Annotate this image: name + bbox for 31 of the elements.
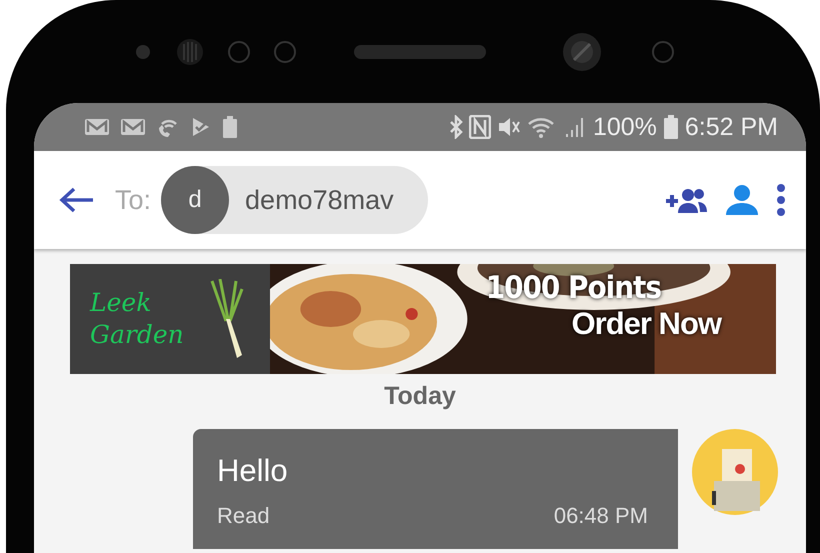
battery-percent: 100% (592, 112, 657, 142)
battery-icon (662, 114, 679, 140)
message-text: Hello (217, 453, 289, 489)
date-divider: Today (384, 382, 456, 411)
recipient-avatar: d (161, 166, 230, 234)
message-time: 06:48 PM (554, 503, 648, 529)
bluetooth-icon (448, 115, 463, 139)
sensor-icon (274, 40, 296, 62)
back-arrow-icon[interactable] (59, 186, 95, 214)
sensor-icon (136, 44, 150, 58)
battery-saver-icon (222, 115, 238, 139)
person-icon[interactable] (724, 184, 760, 216)
avatar-icon (692, 429, 778, 515)
logo-text: Leek (90, 286, 152, 318)
mail-icon (120, 117, 146, 137)
mute-icon (496, 115, 521, 139)
nfc-icon (468, 115, 491, 139)
recipient-name: demo78mav (245, 184, 394, 216)
camera-icon (562, 32, 602, 72)
clock-time: 6:52 PM (684, 112, 778, 142)
mail-icon (84, 117, 110, 137)
recipient-chip[interactable]: d demo78mav (161, 166, 428, 234)
iris-scanner-icon (176, 38, 204, 66)
ad-call-to-action: Order Now (572, 306, 721, 342)
to-label: To: (115, 184, 152, 216)
leek-icon (208, 279, 244, 359)
sensor-icon (652, 40, 674, 62)
sensor-icon (228, 40, 250, 62)
read-status: Read (217, 503, 270, 529)
logo-text: Garden (90, 319, 184, 351)
more-options-icon[interactable] (776, 183, 786, 217)
